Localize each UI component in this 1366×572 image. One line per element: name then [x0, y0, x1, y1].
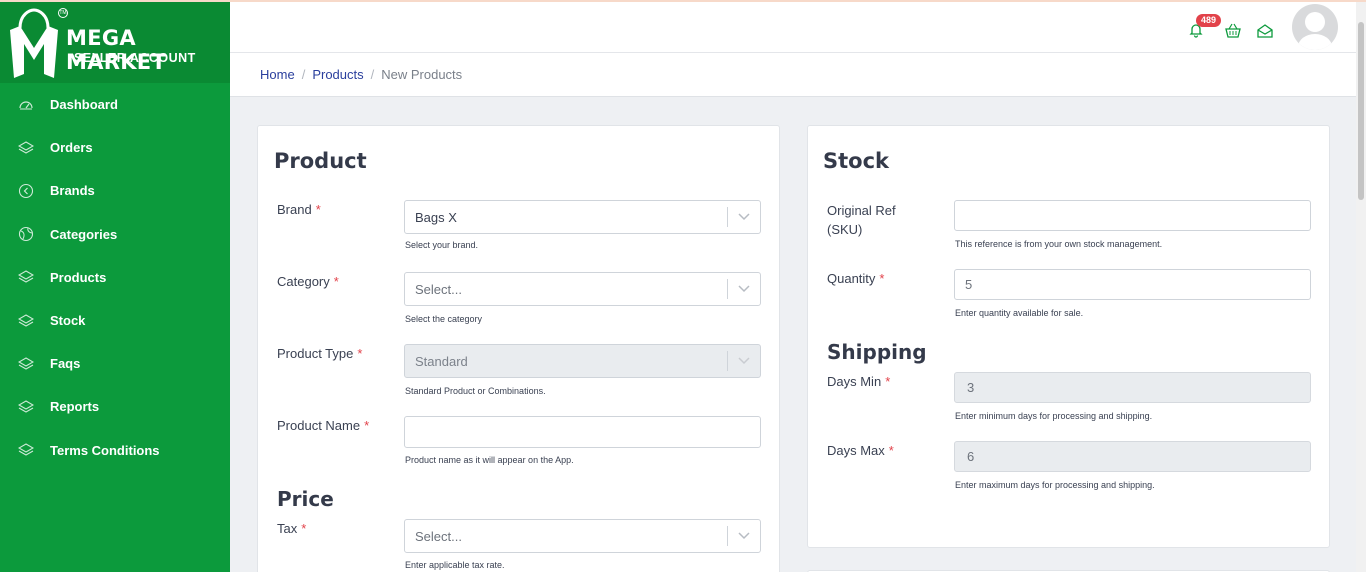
sidebar-item-label: Reports [50, 399, 100, 415]
stock-card: Stock Original Ref (SKU) This reference … [807, 125, 1330, 548]
sidebar-item-label: Dashboard [50, 97, 118, 113]
quantity-value: 5 [965, 277, 973, 292]
vertical-scrollbar[interactable] [1356, 2, 1366, 572]
category-select-placeholder: Select... [415, 281, 462, 297]
basket-icon[interactable] [1224, 22, 1244, 42]
sidebar-item-label: Categories [50, 226, 118, 242]
chevron-down-icon[interactable] [728, 285, 760, 293]
layers-icon [18, 313, 34, 329]
product-type-label: Product Type * [277, 346, 363, 361]
sidebar-item-orders[interactable]: Orders [0, 126, 230, 169]
tax-select[interactable]: Select... [404, 519, 761, 553]
sidebar-item-categories[interactable]: Categories [0, 213, 230, 256]
days-min-help: Enter minimum days for processing and sh… [955, 411, 1153, 421]
chevron-down-icon[interactable] [728, 532, 760, 540]
breadcrumb-current: New Products [381, 67, 463, 82]
top-header: 489 [230, 2, 1356, 53]
avatar-body-shape [1298, 34, 1332, 50]
brand-select-value: Bags X [415, 209, 457, 225]
breadcrumb-home-link[interactable]: Home [260, 67, 295, 82]
dashboard-gauge-icon [18, 97, 34, 113]
product-type-select-value: Standard [415, 353, 468, 369]
sidebar-item-label: Brands [50, 183, 95, 199]
layers-icon [18, 399, 34, 415]
quantity-help: Enter quantity available for sale. [955, 308, 1084, 318]
breadcrumb-separator: / [370, 67, 375, 82]
breadcrumb: Home / Products / New Products [230, 53, 1356, 97]
sidebar-nav: Dashboard Orders Brands Categories Produ… [0, 83, 230, 472]
days-max-value: 6 [967, 449, 975, 464]
days-max-help: Enter maximum days for processing and sh… [955, 480, 1155, 490]
shopping-bag-m-icon [10, 8, 58, 78]
sidebar-item-faqs[interactable]: Faqs [0, 342, 230, 385]
sidebar-item-label: Faqs [50, 356, 81, 372]
brand-subtitle: SELLER ACCOUNT [74, 51, 196, 65]
chevron-down-icon[interactable] [728, 357, 760, 365]
tax-label: Tax * [277, 521, 307, 536]
category-select[interactable]: Select... [404, 272, 761, 306]
shipping-section-title: Shipping [827, 340, 927, 364]
avatar-head-shape [1305, 12, 1325, 32]
quantity-label: Quantity * [827, 271, 885, 286]
brand-help: Select your brand. [405, 240, 479, 250]
product-name-input[interactable] [404, 416, 761, 448]
sidebar-item-label: Terms Conditions [50, 442, 160, 458]
sidebar-item-reports[interactable]: Reports [0, 385, 230, 428]
user-avatar[interactable] [1292, 4, 1338, 50]
brand-select[interactable]: Bags X [404, 200, 761, 234]
layers-icon [18, 140, 34, 156]
chevron-down-icon[interactable] [728, 213, 760, 221]
header-actions: 489 [1188, 4, 1338, 50]
layers-icon [18, 356, 34, 372]
trademark-mark: TM [58, 8, 68, 18]
days-max-label: Days Max * [827, 443, 894, 458]
breadcrumb-products-link[interactable]: Products [312, 67, 363, 82]
sidebar-item-brands[interactable]: Brands [0, 169, 230, 212]
original-ref-input[interactable] [954, 200, 1311, 231]
days-max-input[interactable]: 6 [954, 441, 1311, 472]
brand-title: MEGA MARKET [66, 26, 167, 74]
product-card: Product Brand * Bags X Select your brand.… [257, 125, 780, 572]
notifications-button[interactable]: 489 [1188, 14, 1222, 42]
days-min-label: Days Min * [827, 374, 891, 389]
circle-chevron-left-icon [18, 183, 34, 199]
layers-icon [18, 269, 34, 285]
brand-label: Brand * [277, 202, 321, 217]
product-type-select[interactable]: Standard [404, 344, 761, 378]
category-label: Category * [277, 274, 339, 289]
original-ref-label: Original Ref (SKU) [827, 203, 896, 237]
stock-card-title: Stock [823, 149, 890, 173]
category-help: Select the category [405, 314, 483, 324]
product-type-help: Standard Product or Combinations. [405, 386, 546, 396]
logo[interactable]: TM MEGA MARKET SELLER ACCOUNT [0, 2, 230, 83]
tax-select-placeholder: Select... [415, 528, 462, 544]
scrollbar-thumb[interactable] [1358, 22, 1364, 200]
original-ref-help: This reference is from your own stock ma… [955, 239, 1163, 249]
sidebar-item-label: Products [50, 269, 107, 285]
product-name-label: Product Name * [277, 418, 370, 433]
quantity-input[interactable]: 5 [954, 269, 1311, 300]
notification-count-badge: 489 [1196, 14, 1222, 27]
envelope-icon[interactable] [1256, 22, 1276, 42]
product-name-help: Product name as it will appear on the Ap… [405, 455, 574, 465]
days-min-value: 3 [967, 380, 975, 395]
price-section-title: Price [277, 487, 334, 511]
sidebar-item-dashboard[interactable]: Dashboard [0, 83, 230, 126]
sidebar-item-label: Orders [50, 140, 93, 156]
tax-help: Enter applicable tax rate. [405, 560, 505, 570]
globe-icon [18, 226, 34, 242]
sidebar-item-products[interactable]: Products [0, 256, 230, 299]
sidebar-item-stock[interactable]: Stock [0, 299, 230, 342]
breadcrumb-separator: / [301, 67, 306, 82]
sidebar-item-label: Stock [50, 313, 86, 329]
sidebar-item-terms-conditions[interactable]: Terms Conditions [0, 429, 230, 472]
product-card-title: Product [274, 149, 367, 173]
days-min-input[interactable]: 3 [954, 372, 1311, 403]
sidebar: TM MEGA MARKET SELLER ACCOUNT Dashboard … [0, 2, 230, 572]
layers-icon [18, 442, 34, 458]
